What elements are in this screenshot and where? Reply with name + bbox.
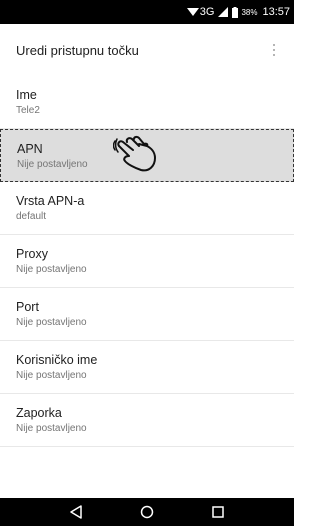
navigation-bar <box>0 498 294 526</box>
toolbar: Uredi pristupnu točku <box>0 24 294 76</box>
apn-settings-list: Ime Tele2 APN Nije postavljeno Vrsta APN… <box>0 76 294 447</box>
status-bar: 3G 38% 13:57 <box>0 0 294 24</box>
overflow-menu-icon[interactable] <box>264 38 284 62</box>
item-value: Tele2 <box>16 105 40 116</box>
tap-hand-icon <box>113 135 156 172</box>
item-title: Port <box>16 300 39 314</box>
item-value: Nije postavljeno <box>16 264 87 275</box>
signal-icon <box>218 7 229 17</box>
list-item-apn-type[interactable]: Vrsta APN-a default <box>0 182 294 235</box>
list-item-password[interactable]: Zaporka Nije postavljeno <box>0 394 294 447</box>
home-icon[interactable] <box>135 502 159 522</box>
battery-icon <box>232 6 239 18</box>
wifi-icon <box>186 7 199 17</box>
network-type: 3G <box>199 6 215 18</box>
item-title: Korisničko ime <box>16 353 98 367</box>
list-item-username[interactable]: Korisničko ime Nije postavljeno <box>0 341 294 394</box>
list-item-port[interactable]: Port Nije postavljeno <box>0 288 294 341</box>
item-value: Nije postavljeno <box>16 423 87 434</box>
item-title: Zaporka <box>16 406 62 420</box>
back-icon[interactable] <box>64 502 88 522</box>
battery-percent: 38% <box>241 7 258 17</box>
page-title: Uredi pristupnu točku <box>16 42 139 58</box>
item-value: default <box>16 211 47 222</box>
recents-icon[interactable] <box>206 502 230 522</box>
list-item-proxy[interactable]: Proxy Nije postavljeno <box>0 235 294 288</box>
item-title: Vrsta APN-a <box>16 194 85 208</box>
item-value: Nije postavljeno <box>16 317 87 328</box>
item-title: Ime <box>16 88 37 102</box>
item-value: Nije postavljeno <box>16 370 87 381</box>
list-item-name[interactable]: Ime Tele2 <box>0 76 294 129</box>
clock: 13:57 <box>262 6 290 18</box>
item-title: Proxy <box>16 247 48 261</box>
list-item-apn[interactable]: APN Nije postavljeno <box>0 129 294 182</box>
